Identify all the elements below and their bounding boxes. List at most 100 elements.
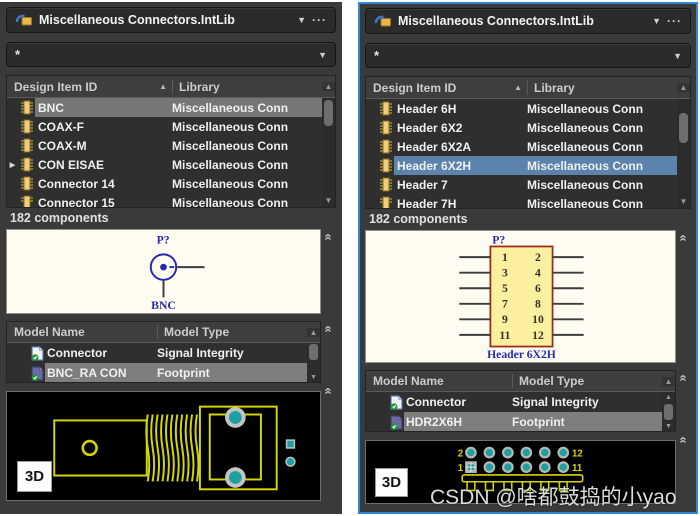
model-row-connector[interactable]: ConnectorSignal Integrity — [7, 343, 307, 363]
component-row-bnc[interactable]: BNCMiscellaneous Conn — [7, 98, 322, 117]
models-scrollbar-up-button[interactable]: ▲ — [662, 392, 675, 403]
collapse-section-icon[interactable]: » — [677, 436, 689, 443]
svg-text:1: 1 — [502, 251, 508, 264]
model-row-footprint[interactable]: BNC_RA CONFootprint — [7, 363, 307, 383]
schematic-preview[interactable]: P? 1 2 3 4 5 — [365, 230, 676, 363]
models-scrollbar-up-button[interactable]: ▲ — [307, 328, 320, 337]
svg-text:5: 5 — [502, 282, 508, 295]
column-library[interactable]: Library — [527, 81, 677, 95]
expand-arrow-icon[interactable]: ▶ — [7, 161, 18, 169]
column-model-name[interactable]: Model Name — [7, 325, 157, 339]
collapse-section-icon[interactable]: » — [322, 387, 334, 394]
scrollbar-thumb[interactable] — [324, 100, 333, 126]
svg-text:11: 11 — [572, 463, 583, 474]
library-title: Miscellaneous Connectors.IntLib — [39, 13, 291, 27]
component-row-header-6x2a[interactable]: Header 6X2AMiscellaneous Conn — [366, 137, 677, 156]
component-icon — [18, 157, 35, 172]
3d-toggle-button[interactable]: 3D — [375, 468, 408, 497]
svg-text:BNC: BNC — [151, 299, 176, 312]
sort-ascending-icon: ▲ — [514, 83, 522, 92]
libraries-panels-screenshot: Miscellaneous Connectors.IntLib ▼ ··· * … — [0, 0, 700, 516]
libraries-panel-left: Miscellaneous Connectors.IntLib ▼ ··· * … — [0, 2, 342, 514]
components-scrollbar[interactable]: ▼ — [677, 99, 690, 208]
filter-dropdown-icon[interactable]: ▼ — [318, 50, 327, 60]
scrollbar-down-button[interactable]: ▼ — [322, 194, 335, 207]
scrollbar-up-button[interactable]: ▲ — [322, 82, 335, 91]
svg-text:Header 6X2H: Header 6X2H — [487, 348, 556, 361]
component-icon — [18, 176, 35, 191]
library-selector[interactable]: Miscellaneous Connectors.IntLib ▼ ··· — [365, 8, 691, 34]
components-table: Design Item ID ▲ Library ▲ BNCMiscellane… — [6, 75, 336, 208]
component-row-header-6x2[interactable]: Header 6X2Miscellaneous Conn — [366, 118, 677, 137]
header-symbol-drawing: P? 1 2 3 4 5 — [366, 231, 675, 362]
component-row-header-7h[interactable]: Header 7HMiscellaneous Conn — [366, 194, 677, 208]
svg-text:3: 3 — [502, 267, 508, 280]
models-scrollbar-up-button[interactable]: ▲ — [662, 377, 675, 386]
column-model-name[interactable]: Model Name — [366, 374, 512, 388]
components-list: BNCMiscellaneous Conn COAX-FMiscellaneou… — [7, 98, 322, 207]
component-row-con-eisae[interactable]: ▶ CON EISAEMiscellaneous Conn — [7, 155, 322, 174]
components-table: Design Item ID ▲ Library ▲ Header 6HMisc… — [365, 76, 691, 209]
library-dropdown-icon[interactable]: ▼ — [297, 15, 306, 25]
collapse-section-icon[interactable]: » — [677, 374, 689, 381]
panel-menu-button[interactable]: ··· — [312, 13, 327, 27]
svg-text:P?: P? — [157, 234, 170, 247]
component-count: 182 components — [363, 209, 693, 230]
svg-text:2: 2 — [535, 251, 541, 264]
components-table-header: Design Item ID ▲ Library ▲ — [366, 77, 690, 99]
model-row-connector[interactable]: ConnectorSignal Integrity — [366, 392, 662, 412]
column-model-type[interactable]: Model Type — [512, 374, 662, 388]
component-icon — [377, 120, 394, 135]
component-row-coax-m[interactable]: COAX-MMiscellaneous Conn — [7, 136, 322, 155]
library-selector[interactable]: Miscellaneous Connectors.IntLib ▼ ··· — [6, 7, 336, 33]
filter-combobox[interactable]: * ▼ — [6, 42, 336, 67]
components-scrollbar[interactable]: ▼ — [322, 98, 335, 207]
models-scrollbar-down-button[interactable]: ▼ — [662, 421, 675, 432]
svg-text:6: 6 — [535, 282, 541, 295]
component-row-header-7[interactable]: Header 7Miscellaneous Conn — [366, 175, 677, 194]
column-design-item-id[interactable]: Design Item ID ▲ — [7, 80, 172, 94]
models-scrollbar-down-button[interactable]: ▼ — [307, 372, 320, 383]
library-title: Miscellaneous Connectors.IntLib — [398, 14, 646, 28]
collapse-section-icon[interactable]: » — [677, 234, 689, 241]
scrollbar-up-button[interactable]: ▲ — [677, 83, 690, 92]
column-design-item-id[interactable]: Design Item ID ▲ — [366, 81, 527, 95]
collapse-section-icon[interactable]: » — [322, 325, 334, 332]
collapse-section-icon[interactable]: » — [322, 233, 334, 240]
panel-menu-button[interactable]: ··· — [667, 14, 682, 28]
component-row-connector-15[interactable]: Connector 15Miscellaneous Conn — [7, 193, 322, 207]
svg-text:8: 8 — [535, 298, 541, 311]
signal-integrity-model-icon — [29, 346, 45, 361]
component-count: 182 components — [4, 208, 338, 229]
svg-text:12: 12 — [532, 329, 544, 342]
svg-text:12: 12 — [572, 448, 583, 459]
integrated-library-icon — [15, 13, 33, 27]
scrollbar-thumb[interactable] — [664, 404, 673, 420]
scrollbar-thumb[interactable] — [309, 344, 318, 360]
sort-ascending-icon: ▲ — [159, 82, 167, 91]
scrollbar-thumb[interactable] — [679, 113, 688, 143]
component-icon — [18, 119, 35, 134]
model-row-footprint[interactable]: HDR2X6HFootprint — [366, 412, 662, 432]
component-row-header-6h[interactable]: Header 6HMiscellaneous Conn — [366, 99, 677, 118]
scrollbar-down-button[interactable]: ▼ — [677, 195, 690, 208]
column-library[interactable]: Library — [172, 80, 322, 94]
signal-integrity-model-icon — [388, 395, 404, 410]
library-dropdown-icon[interactable]: ▼ — [652, 16, 661, 26]
schematic-preview[interactable]: P? BNC — [6, 229, 321, 314]
models-table: Model Name Model Type ▲ ConnectorSignal … — [365, 370, 676, 432]
component-row-coax-f[interactable]: COAX-FMiscellaneous Conn — [7, 117, 322, 136]
svg-text:10: 10 — [532, 313, 544, 326]
filter-dropdown-icon[interactable]: ▼ — [673, 51, 682, 61]
column-model-type[interactable]: Model Type — [157, 325, 307, 339]
filter-combobox[interactable]: * ▼ — [365, 43, 691, 68]
bnc-footprint-drawing — [7, 392, 320, 500]
3d-toggle-button[interactable]: 3D — [17, 461, 52, 492]
models-scrollbar[interactable]: ▼ — [307, 343, 320, 383]
component-icon — [18, 195, 35, 207]
component-row-connector-14[interactable]: Connector 14Miscellaneous Conn — [7, 174, 322, 193]
models-scrollbar[interactable]: ▲ ▼ — [662, 392, 675, 432]
component-row-header-6x2h[interactable]: Header 6X2HMiscellaneous Conn — [366, 156, 677, 175]
footprint-preview[interactable]: 3D — [6, 391, 321, 501]
footprint-model-icon — [29, 366, 45, 381]
